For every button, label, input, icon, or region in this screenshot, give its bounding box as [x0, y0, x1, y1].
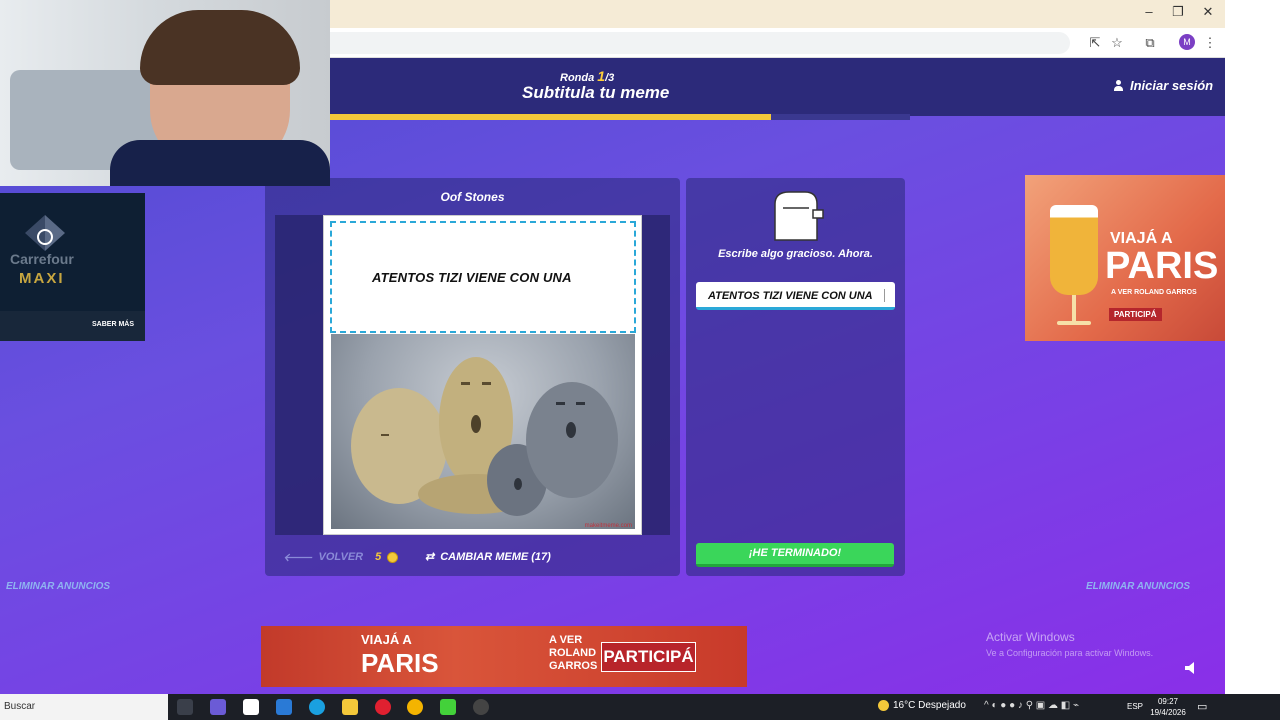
arrow-left-icon: 🡐	[283, 552, 313, 564]
activate-windows-title: Activar Windows	[986, 630, 1075, 644]
login-label: Iniciar sesión	[1130, 78, 1214, 93]
meme-name: Oof Stones	[440, 190, 505, 204]
points-value: 5	[375, 551, 382, 563]
remove-ads-right[interactable]: ELIMINAR ANUNCIOS	[1086, 581, 1190, 592]
mail-icon[interactable]	[276, 699, 292, 715]
system-tray[interactable]: ^ ◐ ● ● ♪ ⚲ ▣ ☁ ◧ ⌁	[984, 700, 1079, 711]
browser-titlebar: – ❐ ✕	[330, 0, 1225, 28]
screen: – ❐ ✕ ⇱ ☆ ⧉ ⋮ M Ronda 1/3 Subtitula tu m…	[0, 0, 1280, 720]
page-title: Subtitula tu meme	[522, 83, 670, 102]
ad-bottom-title: VIAJÁ A	[361, 632, 412, 647]
glass-foot	[1057, 321, 1091, 325]
clock-date: 19/4/2026	[1150, 708, 1186, 717]
close-button[interactable]: ✕	[1194, 4, 1222, 20]
mascot-icon	[774, 191, 824, 241]
change-meme-label: CAMBIAR MEME (17)	[440, 550, 551, 563]
round-timer-bar	[330, 114, 910, 120]
ad-bottom[interactable]: VIAJÁ A PARIS A VER ROLAND GARROS PARTIC…	[261, 626, 747, 687]
bookmark-star-icon[interactable]: ☆	[1108, 34, 1126, 52]
text-caret	[884, 289, 885, 302]
back-button[interactable]: 🡐 VOLVER 5	[283, 550, 399, 564]
caption-prompt: Escribe algo gracioso. Ahora.	[718, 248, 873, 260]
moon-icon	[878, 700, 889, 711]
carrefour-logo	[25, 215, 65, 251]
user-icon	[1113, 80, 1124, 91]
caption-panel: Escribe algo gracioso. Ahora. ATENTOS TI…	[686, 178, 905, 576]
browser-toolbar: ⇱ ☆ ⧉ ⋮	[330, 28, 1225, 58]
edge-icon[interactable]	[309, 699, 325, 715]
chrome-icon[interactable]	[407, 699, 423, 715]
clock[interactable]: 09:27 19/4/2026	[1148, 696, 1188, 718]
speaker-icon[interactable]	[1184, 661, 1200, 675]
store-icon[interactable]	[243, 699, 259, 715]
ad-left-footer: SABER MÁS	[0, 311, 145, 341]
task-view-icon[interactable]	[177, 699, 193, 715]
back-label: VOLVER	[318, 551, 364, 563]
remove-ads-left[interactable]: ELIMINAR ANUNCIOS	[6, 581, 110, 592]
weather-text: 16°C Despejado	[893, 700, 966, 711]
ad-bottom-sub: A VER ROLAND GARROS	[549, 634, 598, 672]
ad-right-city: PARIS	[1105, 245, 1219, 287]
coin-icon	[387, 551, 399, 563]
done-button[interactable]: ¡HE TERMINADO!	[696, 543, 894, 567]
ad-left[interactable]: Carrefour MAXI SABER MÁS	[0, 193, 145, 341]
restore-button[interactable]: ❐	[1164, 4, 1192, 20]
webcam-overlay	[0, 0, 330, 186]
ad-left-cta[interactable]: SABER MÁS	[92, 321, 134, 328]
meme-panel: Oof Stones ATENTOS TIZI VIENE CON UNA ma…	[265, 178, 680, 576]
page-right-margin	[1225, 0, 1280, 694]
meme-stage: ATENTOS TIZI VIENE CON UNA makeitmeme.co…	[275, 215, 670, 535]
round-indicator: Ronda 1/3	[560, 68, 615, 84]
profile-avatar[interactable]: M	[1179, 34, 1195, 50]
login-button[interactable]: Iniciar sesión	[1113, 78, 1213, 93]
ad-bottom-city: PARIS	[361, 648, 439, 678]
caption-input-value: ATENTOS TIZI VIENE CON UNA	[708, 290, 873, 302]
kick-icon[interactable]	[440, 699, 456, 715]
meme-watermark: makeitmeme.com	[584, 523, 632, 529]
webcam-hair	[140, 10, 300, 85]
weather-widget[interactable]: 16°C Despejado	[878, 700, 966, 711]
address-field[interactable]	[330, 32, 1070, 54]
install-app-icon[interactable]: ⇱	[1086, 34, 1104, 52]
meme-image: makeitmeme.com	[331, 334, 635, 529]
taskbar-search[interactable]: Buscar	[0, 694, 168, 720]
swap-icon: ⇄	[425, 551, 435, 563]
opera-icon[interactable]	[375, 699, 391, 715]
taskbar: Buscar 16°C Despejado ^ ◐ ● ● ♪ ⚲ ▣ ☁ ◧ …	[0, 694, 1280, 720]
ad-bottom-cta[interactable]: PARTICIPÁ	[601, 642, 696, 672]
beer-glass-image	[1050, 205, 1098, 295]
ad-right[interactable]: VIAJÁ A PARIS A VER ROLAND GARROS PARTIC…	[1025, 175, 1225, 341]
language-indicator[interactable]: ESP	[1127, 702, 1143, 711]
ad-left-brand: Carrefour	[10, 251, 74, 267]
ad-right-sub: A VER ROLAND GARROS	[1111, 289, 1197, 296]
change-meme-button[interactable]: ⇄ CAMBIAR MEME (17)	[425, 550, 551, 564]
extensions-icon[interactable]: ⧉	[1141, 34, 1159, 52]
notification-icon[interactable]: ▭	[1197, 700, 1207, 713]
clock-time: 09:27	[1157, 697, 1179, 706]
webcam-shirt	[110, 140, 330, 186]
round-timer-fill	[330, 114, 771, 120]
obs-icon[interactable]	[473, 699, 489, 715]
menu-dots-icon[interactable]: ⋮	[1201, 34, 1219, 52]
minimize-button[interactable]: –	[1135, 4, 1163, 19]
meme-footer: 🡐 VOLVER 5 ⇄ CAMBIAR MEME (17)	[265, 548, 680, 572]
file-explorer-icon[interactable]	[342, 699, 358, 715]
ad-left-sub: MAXI	[19, 270, 65, 287]
activate-windows-sub: Ve a Configuración para activar Windows.	[986, 648, 1154, 658]
caption-text: ATENTOS TIZI VIENE CON UNA	[372, 270, 572, 285]
ad-right-cta[interactable]: PARTICIPÁ	[1109, 308, 1162, 321]
meme-card: ATENTOS TIZI VIENE CON UNA makeitmeme.co…	[323, 215, 642, 535]
copilot-icon[interactable]	[210, 699, 226, 715]
caption-area[interactable]: ATENTOS TIZI VIENE CON UNA	[330, 221, 636, 333]
glass-stem	[1072, 295, 1076, 323]
caption-input[interactable]: ATENTOS TIZI VIENE CON UNA	[696, 282, 895, 310]
